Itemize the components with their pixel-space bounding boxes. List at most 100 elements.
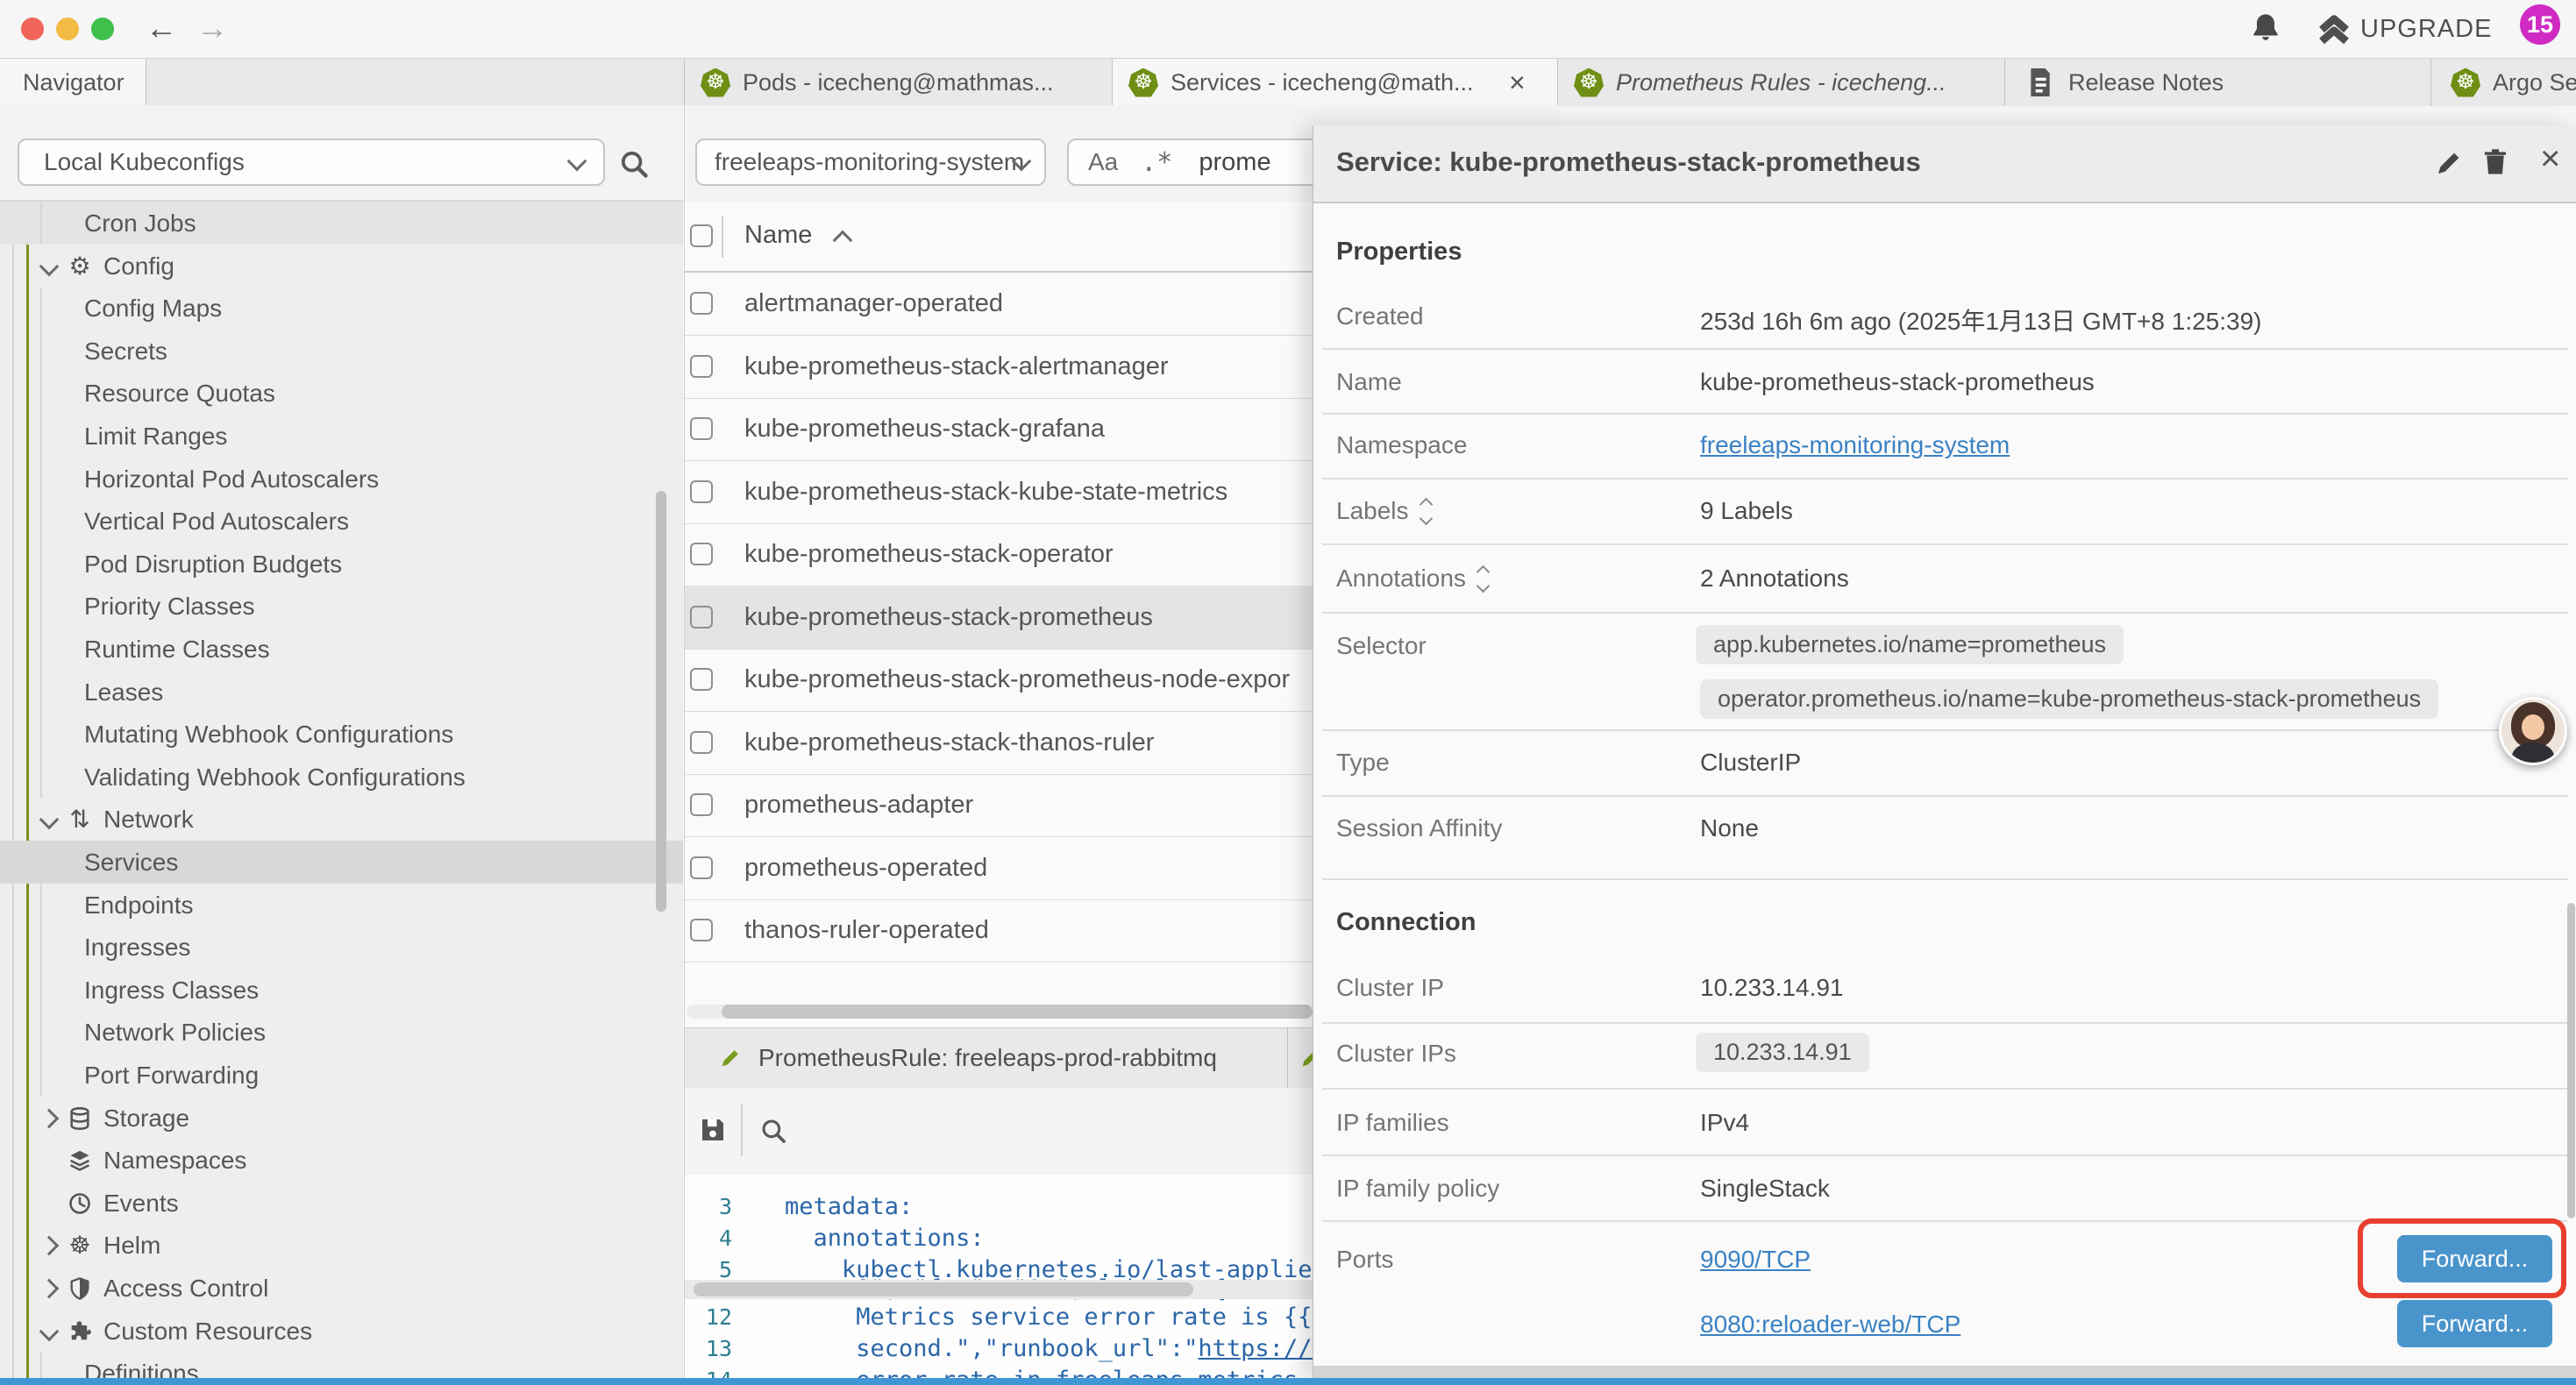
notification-count-badge[interactable]: 15 bbox=[2520, 4, 2560, 45]
sidebar-scrollbar[interactable] bbox=[656, 491, 666, 912]
row-checkbox[interactable] bbox=[690, 480, 713, 503]
drawer-scrollbar[interactable] bbox=[2567, 903, 2575, 1218]
upgrade-chevrons-icon[interactable] bbox=[2315, 11, 2353, 47]
back-arrow-icon[interactable]: ← bbox=[146, 10, 177, 46]
close-traffic-light[interactable] bbox=[21, 18, 44, 40]
sidebar-item-runtime-classes[interactable]: Runtime Classes bbox=[0, 628, 683, 671]
sidebar-item-endpoints[interactable]: Endpoints bbox=[0, 884, 683, 927]
sidebar-item-limit-ranges[interactable]: Limit Ranges bbox=[0, 415, 683, 458]
minimize-traffic-light[interactable] bbox=[56, 18, 79, 40]
column-header-name[interactable]: Name bbox=[744, 221, 812, 250]
port-link-9090[interactable]: 9090/TCP bbox=[1700, 1246, 1811, 1274]
row-checkbox[interactable] bbox=[690, 417, 713, 440]
navigator-panel-tab[interactable]: Navigator bbox=[0, 59, 146, 106]
close-tab-icon[interactable]: × bbox=[1509, 67, 1526, 99]
row-checkbox[interactable] bbox=[690, 606, 713, 629]
kubeconfig-selector[interactable]: Local Kubeconfigs bbox=[18, 138, 605, 186]
sidebar-item-ingress-classes[interactable]: Ingress Classes bbox=[0, 969, 683, 1012]
shield-icon bbox=[67, 1275, 93, 1302]
sidebar-item-leases[interactable]: Leases bbox=[0, 671, 683, 714]
tab-release-notes[interactable]: Release Notes bbox=[2005, 59, 2430, 106]
sort-ascending-icon[interactable] bbox=[833, 231, 853, 251]
sidebar-item-mutating-webhook-configurations[interactable]: Mutating Webhook Configurations bbox=[0, 713, 683, 756]
tab-bar: Navigator ☸ Pods - icecheng@mathmas... ☸… bbox=[0, 58, 2576, 106]
row-checkbox[interactable] bbox=[690, 543, 713, 565]
editor-scrollbar-thumb[interactable] bbox=[694, 1282, 1193, 1296]
kubernetes-icon: ☸ bbox=[1574, 68, 1604, 97]
sidebar-group-storage[interactable]: Storage bbox=[0, 1097, 683, 1140]
tab-pods[interactable]: ☸ Pods - icecheng@mathmas... bbox=[685, 59, 1112, 106]
select-all-checkbox[interactable] bbox=[690, 224, 713, 247]
sidebar-group-access-control[interactable]: Access Control bbox=[0, 1267, 683, 1310]
table-row[interactable]: kube-prometheus-stack-alertmanager bbox=[685, 335, 1313, 399]
namespace-link[interactable]: freeleaps-monitoring-system bbox=[1700, 431, 2010, 459]
row-checkbox[interactable] bbox=[690, 668, 713, 691]
row-checkbox[interactable] bbox=[690, 919, 713, 941]
horizontal-scrollbar-thumb[interactable] bbox=[722, 1005, 1313, 1019]
table-row[interactable]: kube-prometheus-stack-prometheus-node-ex… bbox=[685, 648, 1313, 712]
row-checkbox[interactable] bbox=[690, 793, 713, 816]
search-icon[interactable] bbox=[617, 147, 651, 181]
sidebar-item-port-forwarding[interactable]: Port Forwarding bbox=[0, 1054, 683, 1097]
table-row[interactable]: kube-prometheus-stack-thanos-ruler bbox=[685, 711, 1313, 775]
sidebar-item-priority-classes[interactable]: Priority Classes bbox=[0, 585, 683, 628]
sidebar-item-horizontal-pod-autoscalers[interactable]: Horizontal Pod Autoscalers bbox=[0, 458, 683, 501]
horizontal-scrollbar-track[interactable] bbox=[687, 1005, 1313, 1019]
tab-prometheus-rules[interactable]: ☸ Prometheus Rules - icecheng... bbox=[1558, 59, 2004, 106]
close-icon[interactable]: × bbox=[2540, 139, 2560, 179]
notifications-bell-icon[interactable] bbox=[2248, 11, 2283, 46]
sidebar-group-network[interactable]: ⇅Network bbox=[0, 798, 683, 841]
delete-trash-icon[interactable] bbox=[2480, 146, 2511, 178]
expand-toggle-icon[interactable] bbox=[1421, 500, 1431, 523]
sidebar-item-vertical-pod-autoscalers[interactable]: Vertical Pod Autoscalers bbox=[0, 500, 683, 543]
tab-argo[interactable]: ☸ Argo Se bbox=[2431, 59, 2576, 106]
match-case-toggle[interactable]: Aa bbox=[1088, 148, 1118, 176]
yaml-editor[interactable]: 3metadata: 4 annotations: 5 kubectl.kube… bbox=[685, 1175, 1313, 1385]
row-checkbox[interactable] bbox=[690, 856, 713, 879]
kubernetes-icon: ☸ bbox=[2451, 68, 2480, 97]
sidebar-item-validating-webhook-configurations[interactable]: Validating Webhook Configurations bbox=[0, 756, 683, 799]
table-row[interactable]: prometheus-operated bbox=[685, 836, 1313, 900]
sidebar-item-network-policies[interactable]: Network Policies bbox=[0, 1011, 683, 1054]
sidebar-item-pod-disruption-budgets[interactable]: Pod Disruption Budgets bbox=[0, 543, 683, 586]
sidebar-group-helm[interactable]: ☸Helm bbox=[0, 1224, 683, 1267]
sidebar-item-resource-quotas[interactable]: Resource Quotas bbox=[0, 372, 683, 415]
dock-tab-prometheusrule[interactable]: PrometheusRule: freeleaps-prod-rabbitmq bbox=[685, 1028, 1287, 1088]
table-row[interactable]: alertmanager-operated bbox=[685, 272, 1313, 336]
editor-search-icon[interactable] bbox=[758, 1116, 788, 1146]
sidebar-group-config[interactable]: ⚙Config bbox=[0, 245, 683, 288]
editor-horizontal-scrollbar[interactable] bbox=[685, 1280, 1313, 1299]
edit-pencil-icon[interactable] bbox=[2433, 147, 2465, 179]
forward-button-8080[interactable]: Forward... bbox=[2397, 1300, 2552, 1347]
sidebar-item-events[interactable]: Events bbox=[0, 1182, 683, 1225]
table-row-selected[interactable]: kube-prometheus-stack-prometheus bbox=[685, 586, 1313, 650]
save-icon[interactable] bbox=[697, 1114, 729, 1146]
sidebar-header: Local Kubeconfigs bbox=[0, 105, 683, 202]
port-link-8080[interactable]: 8080:reloader-web/TCP bbox=[1700, 1310, 1960, 1339]
sidebar-item-ingresses[interactable]: Ingresses bbox=[0, 926, 683, 969]
sidebar-item-config-maps[interactable]: Config Maps bbox=[0, 287, 683, 330]
runbook-url-link[interactable]: https://net bbox=[1198, 1335, 1313, 1362]
row-checkbox[interactable] bbox=[690, 731, 713, 754]
upgrade-button[interactable]: UPGRADE bbox=[2360, 15, 2492, 44]
table-row[interactable]: kube-prometheus-stack-grafana bbox=[685, 397, 1313, 461]
zoom-traffic-light[interactable] bbox=[91, 18, 114, 40]
forward-arrow-icon[interactable]: → bbox=[196, 10, 228, 46]
sidebar-item-secrets[interactable]: Secrets bbox=[0, 330, 683, 373]
row-checkbox[interactable] bbox=[690, 355, 713, 378]
table-row[interactable]: kube-prometheus-stack-kube-state-metrics bbox=[685, 460, 1313, 524]
namespace-filter-select[interactable]: freeleaps-monitoring-system bbox=[695, 138, 1046, 186]
tab-services[interactable]: ☸ Services - icecheng@math... × bbox=[1113, 59, 1557, 106]
sidebar-item-namespaces[interactable]: Namespaces bbox=[0, 1139, 683, 1182]
sidebar-group-custom-resources[interactable]: Custom Resources bbox=[0, 1310, 683, 1353]
regex-toggle[interactable]: .* bbox=[1141, 147, 1172, 178]
row-checkbox[interactable] bbox=[690, 292, 713, 315]
search-value: prome bbox=[1199, 148, 1270, 177]
table-row[interactable]: kube-prometheus-stack-operator bbox=[685, 522, 1313, 586]
sidebar-item-services[interactable]: Services bbox=[0, 841, 683, 884]
expand-toggle-icon[interactable] bbox=[1478, 567, 1488, 591]
avatar[interactable] bbox=[2499, 697, 2567, 765]
sidebar-item-cron-jobs[interactable]: Cron Jobs bbox=[0, 202, 683, 245]
table-row[interactable]: prometheus-adapter bbox=[685, 773, 1313, 837]
table-row[interactable]: thanos-ruler-operated bbox=[685, 898, 1313, 962]
